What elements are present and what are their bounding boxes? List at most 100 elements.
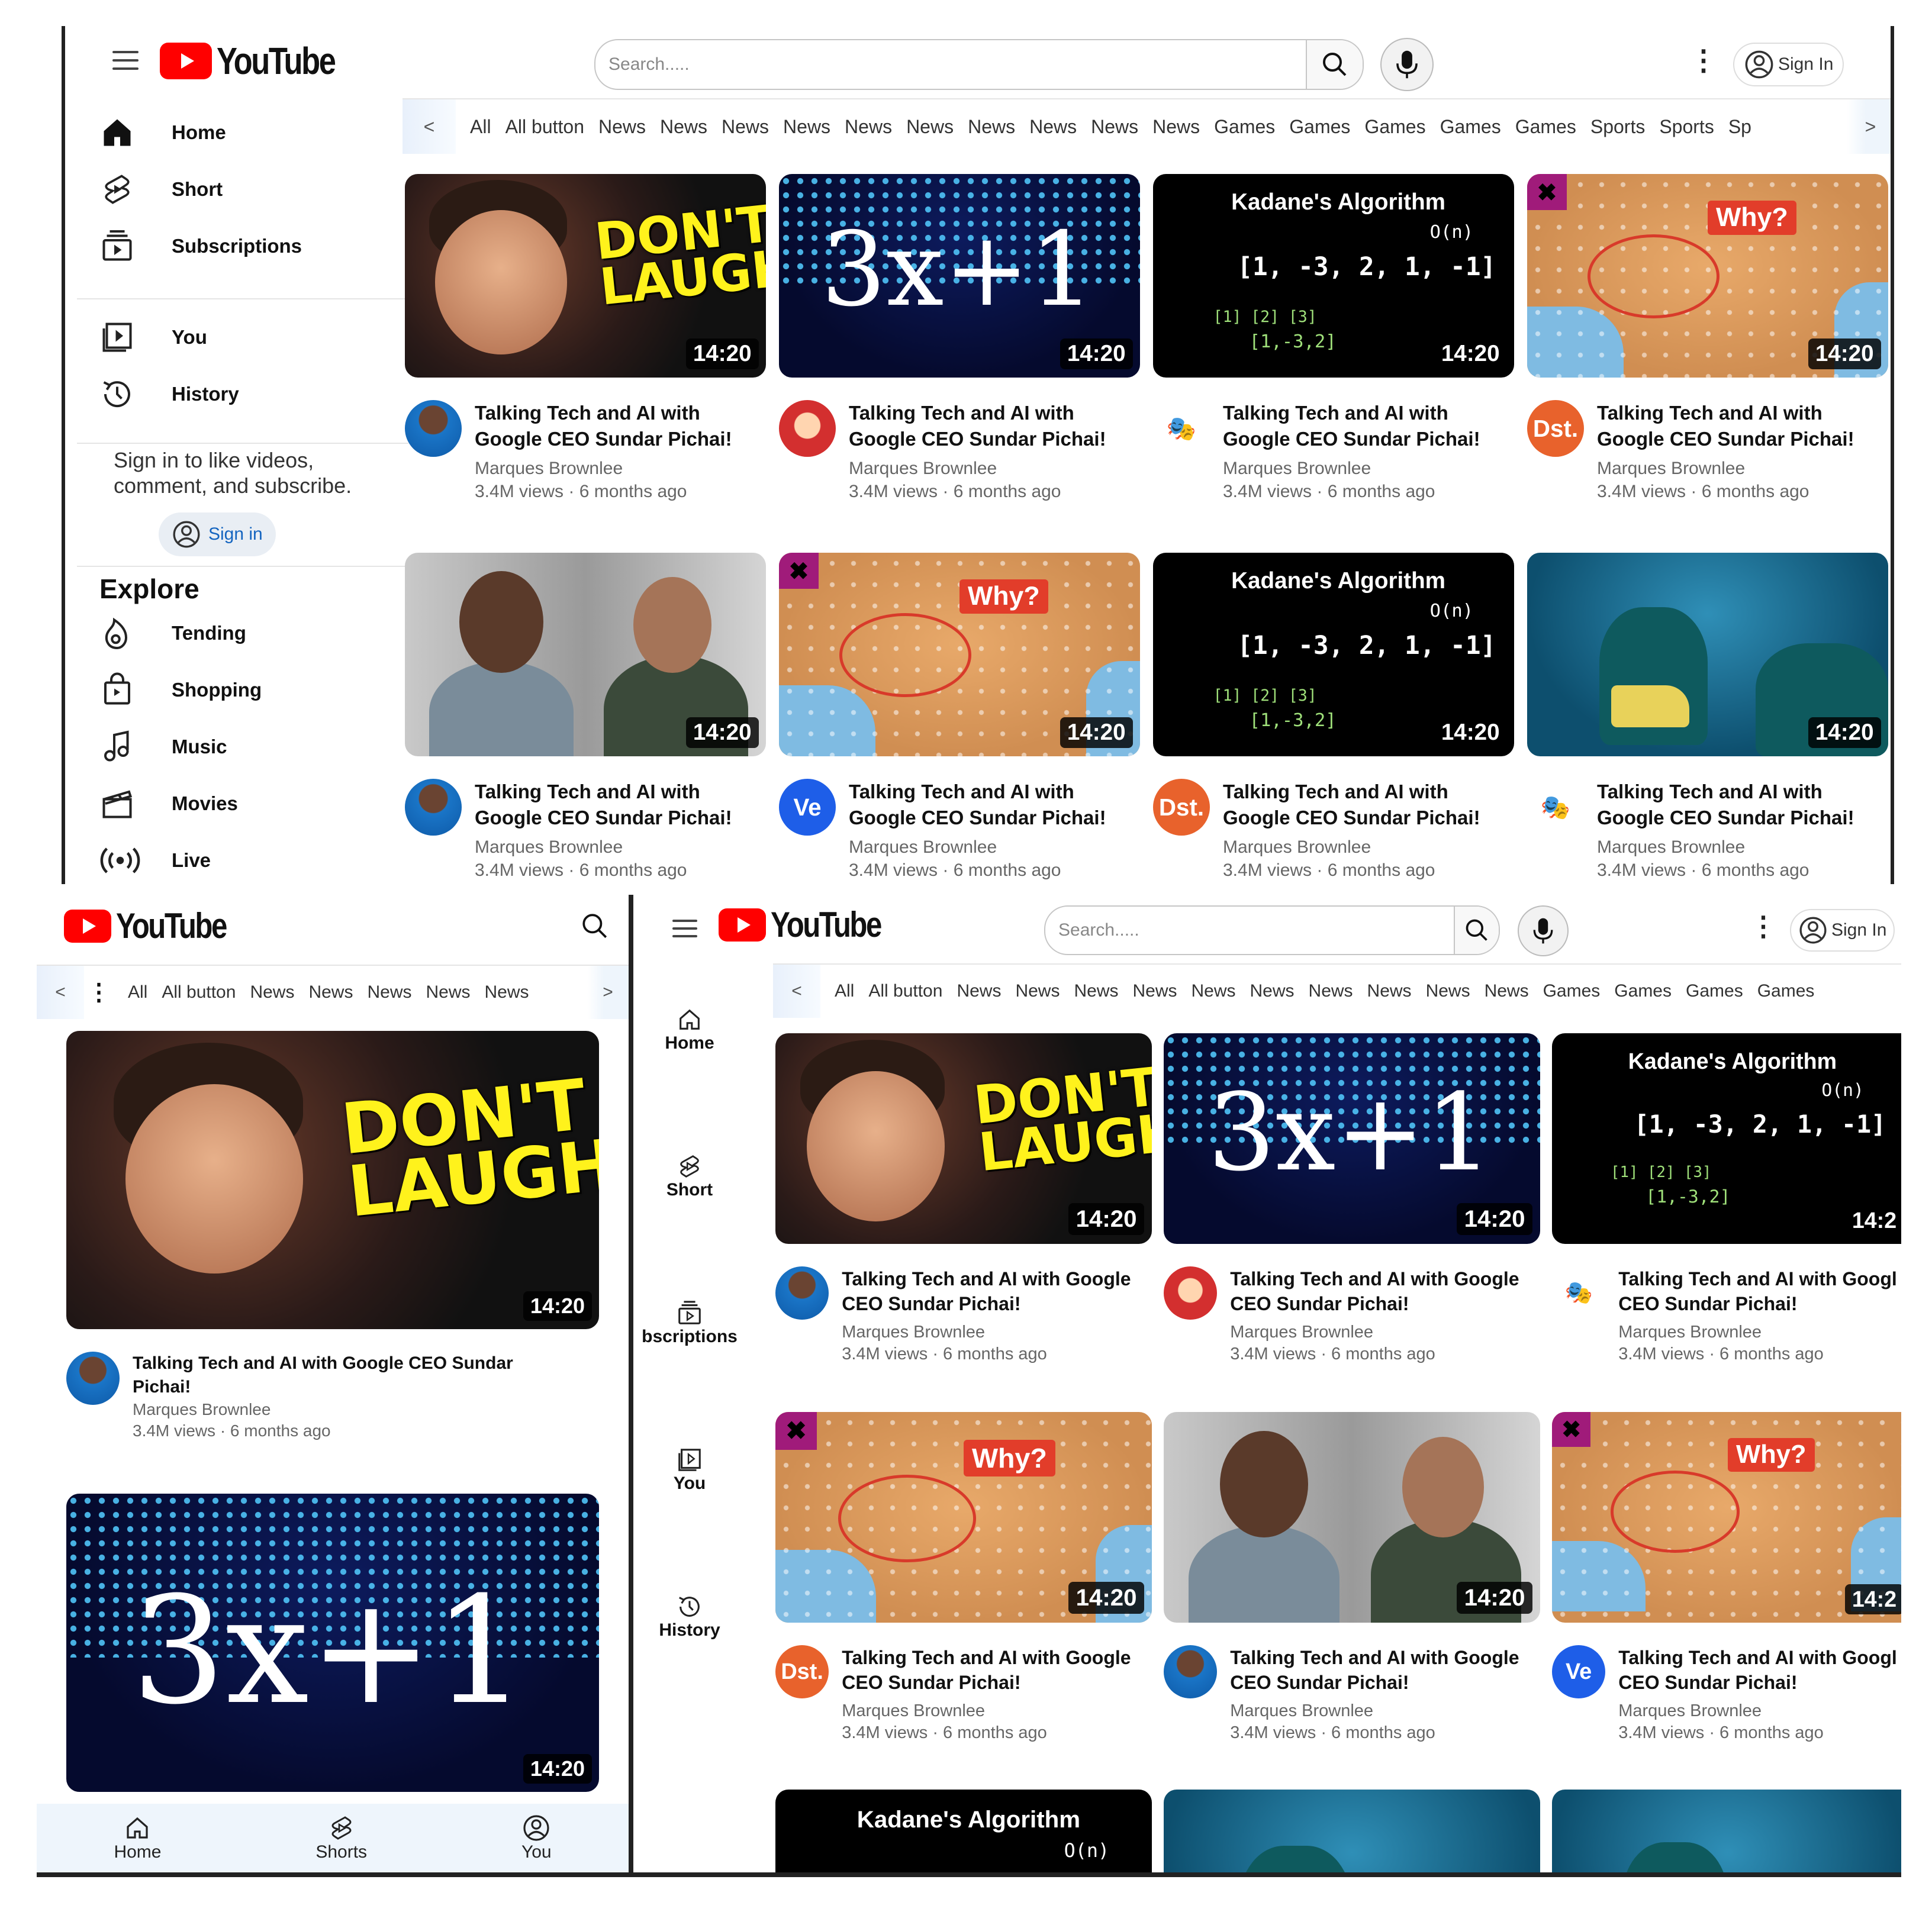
video-thumbnail[interactable]: Kadane's AlgorithmO(n)[1, -3, 2, 1, -1][… [1153, 553, 1514, 756]
chip-news[interactable]: News [485, 982, 529, 1002]
chip-news[interactable]: News [367, 982, 411, 1002]
chip-news[interactable]: News [660, 116, 707, 138]
chip-news[interactable]: News [1485, 981, 1529, 1001]
bottom-nav-you[interactable]: You [521, 1814, 552, 1862]
mini-sidebar-home[interactable]: Home [639, 1006, 740, 1053]
video-thumbnail[interactable]: Why? ✖ 14:2 [1552, 1412, 1901, 1623]
sign-in-button[interactable]: Sign In [1733, 43, 1844, 86]
video-thumbnail[interactable]: Why? ✖ 14:20 [775, 1412, 1152, 1623]
chips-prev-button[interactable]: < [402, 99, 456, 154]
channel-avatar[interactable]: 🎭 [1153, 400, 1210, 457]
chip-all-button[interactable]: All button [505, 116, 584, 138]
chip-all-button[interactable]: All button [162, 982, 236, 1002]
chip-games[interactable]: Games [1543, 981, 1601, 1001]
more-options-icon[interactable]: ⋮ [84, 979, 114, 1006]
video-thumbnail[interactable]: 14:2 [1552, 1790, 1901, 1872]
mini-sidebar-short[interactable]: Short [639, 1153, 740, 1200]
chip-sp[interactable]: Sp [1728, 116, 1751, 138]
channel-avatar[interactable] [405, 400, 462, 457]
video-title[interactable]: Talking Tech and AI with Google CEO Sunda… [1597, 779, 1888, 830]
video-thumbnail[interactable]: DON'T LAUGH 14:20 [775, 1033, 1152, 1244]
video-thumbnail[interactable]: Kadane's AlgorithmO(n)[1, -3, 2, 1, -1][… [1153, 174, 1514, 378]
sidebar-item-short[interactable]: Short [99, 172, 223, 207]
chip-news[interactable]: News [1015, 981, 1060, 1001]
youtube-logo[interactable]: YouTube [160, 39, 360, 83]
video-title[interactable]: Talking Tech and AI with Google CEO Sunda… [1597, 400, 1888, 452]
chip-games[interactable]: Games [1614, 981, 1672, 1001]
chip-news[interactable]: News [1309, 981, 1353, 1001]
video-title[interactable]: Talking Tech and AI with Google CEO Sunda… [1223, 400, 1514, 452]
chip-news[interactable]: News [1426, 981, 1470, 1001]
sidebar-item-you[interactable]: You [99, 320, 207, 355]
video-title[interactable]: Talking Tech and AI with Googl CEO Sundar… [1618, 1645, 1901, 1695]
video-thumbnail[interactable]: DON'T LAUGH 14:20 [405, 174, 766, 378]
channel-avatar[interactable]: Ve [1552, 1645, 1606, 1699]
mini-sidebar-subscriptions[interactable]: bscriptions [633, 1300, 746, 1347]
video-title[interactable]: Talking Tech and AI with Google CEO Sunda… [842, 1266, 1152, 1316]
chip-news[interactable]: News [906, 116, 954, 138]
video-thumbnail[interactable]: Why? ✖ 14:20 [779, 553, 1140, 756]
chips-prev-button[interactable]: < [37, 966, 84, 1019]
chip-games[interactable]: Games [1515, 116, 1576, 138]
video-title[interactable]: Talking Tech and AI with Google CEO Sunda… [1230, 1266, 1540, 1316]
channel-avatar[interactable] [775, 1266, 829, 1320]
video-thumbnail[interactable]: 14:20 [405, 553, 766, 756]
video-title[interactable]: Talking Tech and AI with Google CEO Sunda… [475, 779, 766, 830]
sidebar-item-trending[interactable]: Tending [99, 615, 246, 651]
search-button[interactable] [1454, 907, 1499, 954]
search-bar[interactable]: Search..... [594, 39, 1364, 90]
chip-news[interactable]: News [598, 116, 646, 138]
channel-avatar[interactable] [405, 779, 462, 836]
chip-sports[interactable]: Sports [1590, 116, 1645, 138]
chip-games[interactable]: Games [1364, 116, 1425, 138]
video-title[interactable]: Talking Tech and AI with Google CEO Sunda… [475, 400, 766, 452]
video-thumbnail[interactable]: 14:20 [1164, 1790, 1540, 1872]
sidebar-item-home[interactable]: Home [99, 115, 226, 150]
video-thumbnail[interactable]: 3x+1 14:20 [1164, 1033, 1540, 1244]
search-icon[interactable] [580, 911, 610, 941]
search-button[interactable] [1306, 40, 1363, 89]
sidebar-item-subscriptions[interactable]: Subscriptions [99, 228, 302, 264]
sidebar-item-shopping[interactable]: Shopping [99, 672, 262, 708]
channel-avatar[interactable]: 🎭 [1527, 779, 1584, 836]
chip-news[interactable]: News [308, 982, 353, 1002]
chip-games[interactable]: Games [1289, 116, 1350, 138]
video-thumbnail[interactable]: 3x+1 14:20 [779, 174, 1140, 378]
youtube-logo[interactable]: YouTube [64, 905, 250, 946]
video-thumbnail[interactable]: 3x+1 14:20 [66, 1494, 599, 1792]
search-bar[interactable]: Search..... [1044, 905, 1500, 955]
chip-all[interactable]: All [835, 981, 854, 1001]
video-title[interactable]: Talking Tech and AI with Google CEO Sund… [133, 1352, 582, 1398]
channel-avatar[interactable]: 🎭 [1552, 1266, 1606, 1320]
video-title[interactable]: Talking Tech and AI with Google CEO Sunda… [849, 779, 1140, 830]
chip-news[interactable]: News [1074, 981, 1118, 1001]
sidebar-item-movies[interactable]: Movies [99, 786, 238, 821]
chip-news[interactable]: News [968, 116, 1015, 138]
channel-avatar[interactable]: Ve [779, 779, 836, 836]
chip-news[interactable]: News [1132, 981, 1177, 1001]
video-title[interactable]: Talking Tech and AI with Google CEO Sunda… [1230, 1645, 1540, 1695]
menu-icon[interactable] [112, 51, 139, 70]
video-title[interactable]: Talking Tech and AI with Google CEO Sunda… [849, 400, 1140, 452]
mini-sidebar-history[interactable]: History [639, 1593, 740, 1640]
channel-avatar[interactable] [66, 1352, 120, 1405]
chip-games[interactable]: Games [1440, 116, 1501, 138]
channel-avatar[interactable] [1164, 1266, 1218, 1320]
youtube-logo[interactable]: YouTube [719, 904, 905, 945]
voice-search-button[interactable] [1518, 905, 1569, 956]
chip-news[interactable]: News [426, 982, 470, 1002]
chip-news[interactable]: News [1192, 981, 1236, 1001]
chip-news[interactable]: News [957, 981, 1001, 1001]
chip-games[interactable]: Games [1686, 981, 1743, 1001]
menu-icon[interactable] [672, 920, 697, 937]
channel-avatar[interactable] [1164, 1645, 1218, 1699]
chip-games[interactable]: Games [1214, 116, 1275, 138]
bottom-nav-shorts[interactable]: Shorts [315, 1814, 367, 1862]
chip-news[interactable]: News [1250, 981, 1295, 1001]
chip-all[interactable]: All [128, 982, 147, 1002]
video-title[interactable]: Talking Tech and AI with Googl CEO Sundar… [1618, 1266, 1901, 1316]
sidebar-sign-in-button[interactable]: Sign in [159, 512, 276, 556]
mini-sidebar-you[interactable]: You [639, 1446, 740, 1494]
sidebar-item-music[interactable]: Music [99, 729, 227, 765]
chip-news[interactable]: News [722, 116, 769, 138]
